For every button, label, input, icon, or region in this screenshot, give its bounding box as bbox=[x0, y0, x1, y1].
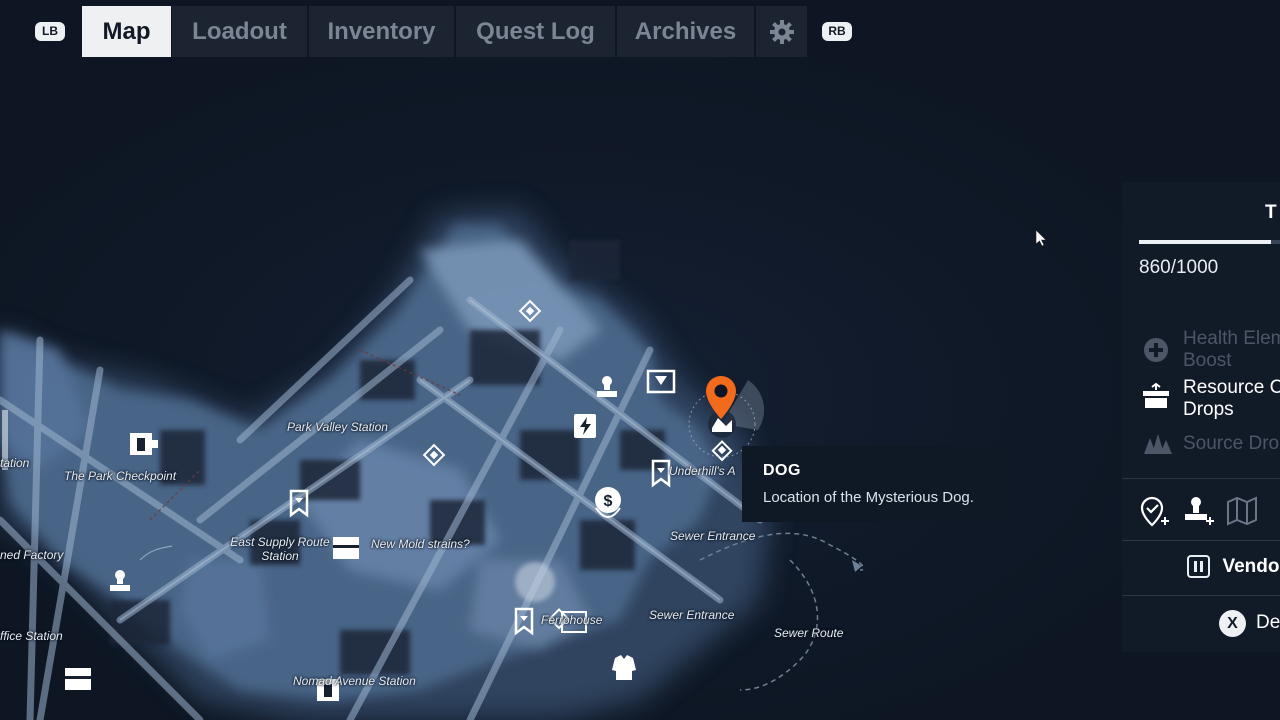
location-label: Sewer Route bbox=[774, 626, 844, 640]
panel-divider bbox=[1122, 540, 1280, 541]
tab-inventory[interactable]: Inventory bbox=[309, 6, 454, 57]
add-waypoint-icon[interactable] bbox=[1139, 495, 1171, 527]
location-label: Nomad Avenue Station bbox=[293, 674, 416, 688]
reward-label: Source Dro bbox=[1183, 433, 1280, 454]
tooltip-description: Location of the Mysterious Dog. bbox=[763, 489, 974, 506]
location-label: tation bbox=[0, 456, 30, 470]
source-drops-icon bbox=[1144, 434, 1172, 454]
region-side-panel: T 860/1000 Health Elem Boost Resource C … bbox=[1122, 182, 1280, 652]
vendor-key-icon bbox=[1187, 555, 1210, 578]
tooltip-title: DOG bbox=[763, 462, 801, 479]
panel-divider bbox=[1122, 478, 1280, 479]
location-label: East Supply Route Station bbox=[222, 535, 338, 563]
reward-label-line: Resource C bbox=[1183, 377, 1280, 398]
progress-bar bbox=[1139, 240, 1280, 244]
location-label-line: East Supply Route bbox=[230, 535, 330, 549]
reward-label-line: Boost bbox=[1183, 350, 1232, 371]
map-icon[interactable] bbox=[1226, 496, 1258, 526]
add-marker-icon[interactable] bbox=[1183, 495, 1215, 527]
top-navigation: LB Map Loadout Inventory Quest Log Archi… bbox=[0, 0, 852, 64]
location-label: The Park Checkpoint bbox=[64, 469, 177, 483]
tab-archives[interactable]: Archives bbox=[617, 6, 754, 57]
vendor-row[interactable]: Vendo bbox=[1187, 555, 1279, 578]
plus-circle-icon bbox=[1144, 338, 1168, 362]
reward-label: Health Elem Boost bbox=[1183, 328, 1280, 372]
tab-map[interactable]: Map bbox=[82, 6, 171, 57]
world-map[interactable]: $ bbox=[0, 0, 1280, 720]
svg-text:$: $ bbox=[604, 493, 613, 510]
vendor-label: Vendo bbox=[1222, 555, 1280, 577]
rb-button[interactable]: RB bbox=[822, 22, 852, 41]
x-button[interactable]: X bbox=[1219, 610, 1246, 637]
progress-text: 860/1000 bbox=[1139, 257, 1219, 278]
currency-marker-icon[interactable]: $ bbox=[595, 487, 621, 518]
reward-label-line: Drops bbox=[1183, 399, 1234, 420]
power-marker-icon[interactable] bbox=[574, 414, 596, 438]
x-action-label[interactable]: De bbox=[1256, 612, 1280, 634]
gear-icon bbox=[769, 19, 794, 44]
location-label: ffice Station bbox=[0, 629, 63, 643]
tab-quest-log[interactable]: Quest Log bbox=[456, 6, 615, 57]
location-label-line: Station bbox=[261, 549, 299, 563]
map-tooltip: DOG Location of the Mysterious Dog. bbox=[742, 446, 1004, 522]
location-label: Sewer Entrance bbox=[649, 608, 735, 622]
reward-label: Resource C Drops bbox=[1183, 377, 1280, 421]
panel-divider bbox=[1122, 595, 1280, 596]
location-label: New Mold strains? bbox=[371, 537, 470, 551]
tab-settings[interactable] bbox=[756, 6, 807, 57]
location-label: ned Factory bbox=[0, 548, 64, 562]
reward-label-line: Health Elem bbox=[1183, 328, 1280, 349]
location-label: Ferrohouse bbox=[541, 613, 603, 627]
tab-loadout[interactable]: Loadout bbox=[172, 6, 307, 57]
crate-icon bbox=[1143, 382, 1169, 408]
location-label: Underhill's A bbox=[669, 464, 736, 478]
progress-bar-fill bbox=[1139, 240, 1271, 244]
stash-marker-icon[interactable] bbox=[65, 668, 91, 690]
location-label: Park Valley Station bbox=[287, 420, 388, 434]
panel-title: T bbox=[1265, 202, 1277, 223]
lb-button[interactable]: LB bbox=[35, 22, 65, 41]
location-label: Sewer Entrance bbox=[670, 529, 756, 543]
